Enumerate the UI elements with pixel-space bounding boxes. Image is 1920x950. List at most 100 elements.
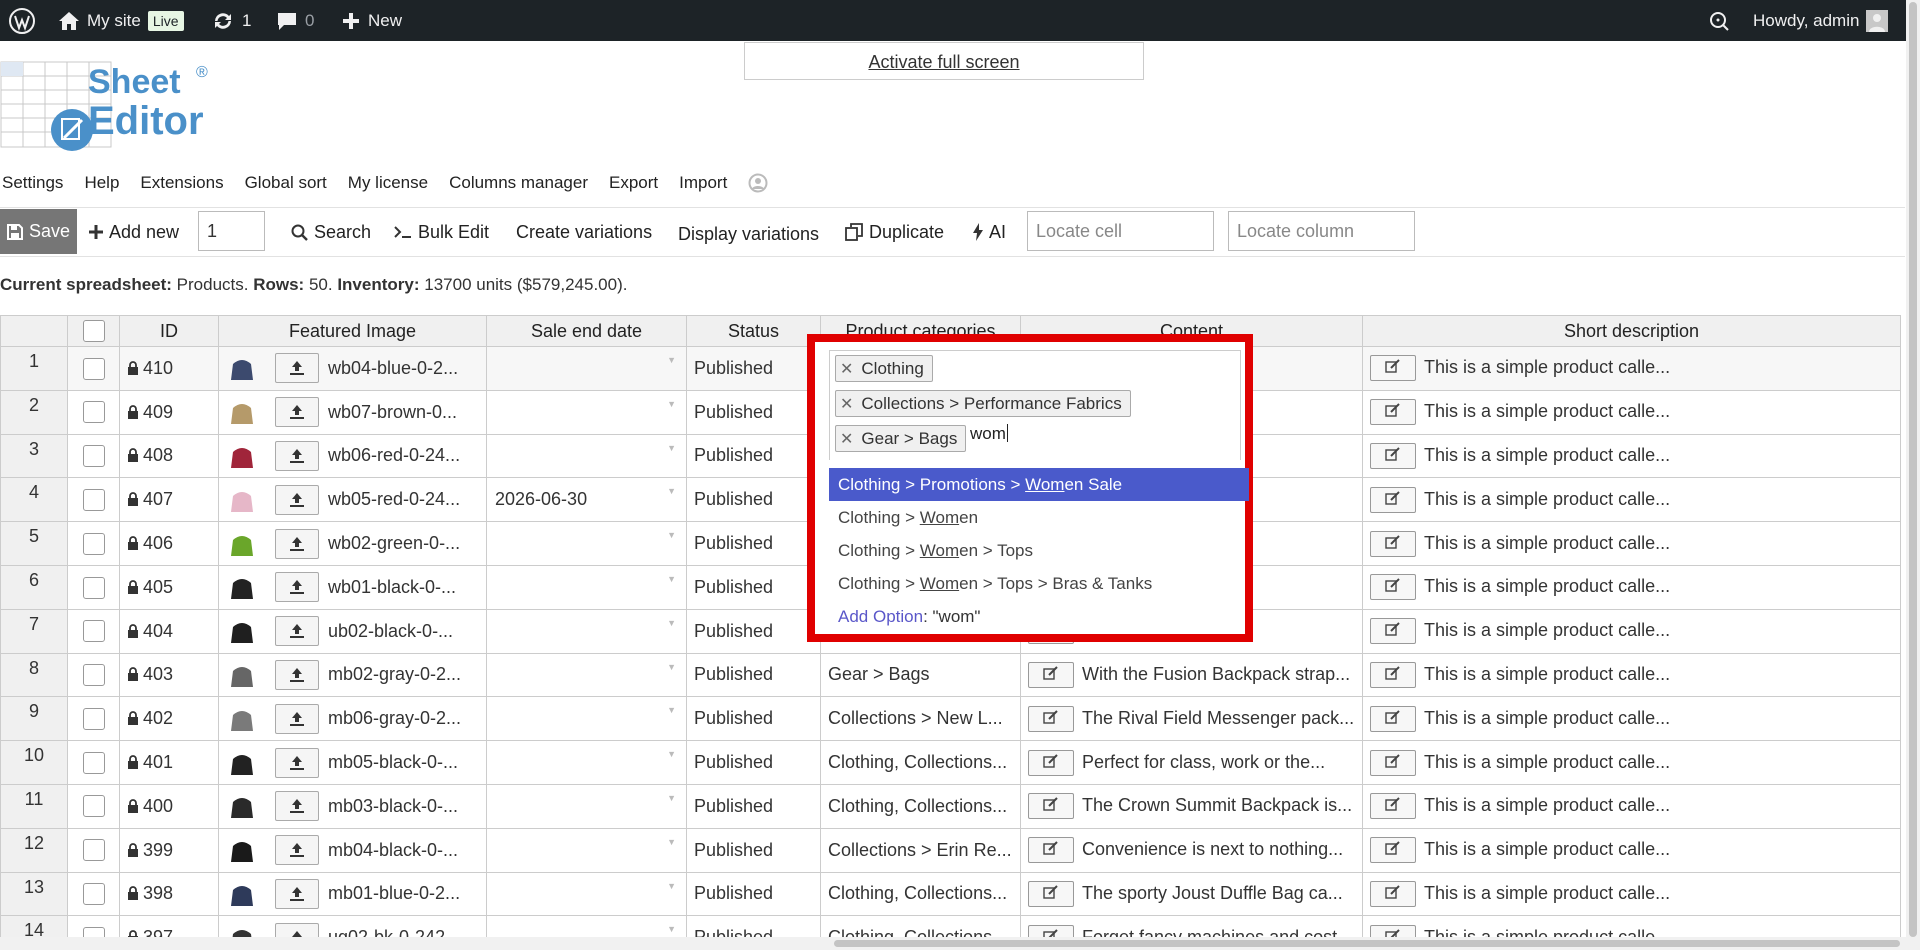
sale-end-date-cell[interactable]: ▼ [486, 652, 687, 698]
id-cell[interactable]: 399 [119, 827, 219, 873]
row-checkbox[interactable] [82, 839, 105, 862]
menu-columns-manager[interactable]: Columns manager [449, 173, 588, 193]
duplicate-button[interactable]: Duplicate [845, 208, 944, 256]
row-select-cell[interactable] [67, 740, 120, 785]
account-menu[interactable]: Howdy, admin [1753, 0, 1889, 41]
sale-end-date-cell[interactable]: ▼ [486, 827, 687, 873]
row-select-cell[interactable] [67, 433, 120, 479]
category-option[interactable]: Clothing > Women > Tops [829, 534, 1249, 567]
id-cell[interactable]: 400 [119, 783, 219, 829]
search-button[interactable]: Search [291, 208, 371, 256]
short-description-cell[interactable]: This is a simple product calle... [1362, 871, 1901, 917]
remove-chip-icon[interactable]: ✕ [840, 394, 853, 414]
row-checkbox[interactable] [82, 620, 105, 643]
featured-image-cell[interactable]: mb02-gray-0-2... [218, 652, 487, 698]
short-description-cell[interactable]: This is a simple product calle... [1362, 564, 1901, 610]
short-description-cell[interactable]: This is a simple product calle... [1362, 477, 1901, 523]
id-cell[interactable]: 407 [119, 477, 219, 523]
featured-image-cell[interactable]: mb04-black-0-... [218, 827, 487, 873]
featured-image-cell[interactable]: wb01-black-0-... [218, 564, 487, 610]
menu-export[interactable]: Export [609, 173, 658, 193]
menu-help[interactable]: Help [84, 173, 119, 193]
content-cell[interactable]: Forget fancy machines and cost... [1020, 915, 1363, 937]
edit-short-description-button[interactable] [1370, 442, 1416, 469]
short-description-cell[interactable]: This is a simple product calle... [1362, 783, 1901, 829]
row-select-cell[interactable] [67, 827, 120, 873]
upload-image-button[interactable] [275, 835, 319, 866]
row-select-cell[interactable] [67, 346, 120, 391]
edit-content-button[interactable] [1028, 749, 1074, 776]
id-cell[interactable]: 406 [119, 521, 219, 566]
row-checkbox[interactable] [82, 795, 105, 818]
sale-end-date-cell[interactable]: ▼ [486, 915, 687, 937]
column-header-sale-end-date[interactable]: Sale end date [486, 315, 687, 347]
short-description-cell[interactable]: This is a simple product calle... [1362, 346, 1901, 391]
status-cell[interactable]: Published [686, 740, 821, 785]
row-checkbox[interactable] [82, 401, 105, 424]
edit-short-description-button[interactable] [1370, 574, 1416, 601]
id-cell[interactable]: 403 [119, 652, 219, 698]
row-checkbox[interactable] [82, 357, 105, 380]
status-cell[interactable]: Published [686, 608, 821, 654]
status-cell[interactable]: Published [686, 346, 821, 391]
row-checkbox[interactable] [82, 707, 105, 730]
short-description-cell[interactable]: This is a simple product calle... [1362, 608, 1901, 654]
site-name-link[interactable]: My site Live [58, 0, 184, 41]
upload-image-button[interactable] [275, 353, 319, 384]
edit-short-description-button[interactable] [1370, 618, 1416, 645]
row-checkbox[interactable] [82, 488, 105, 511]
product-categories-cell[interactable]: Gear > Bags [820, 652, 1021, 698]
horizontal-scrollbar[interactable] [0, 937, 1906, 950]
category-search-input[interactable]: wom [970, 424, 1008, 444]
sale-end-date-cell[interactable]: ▼ [486, 521, 687, 566]
category-option[interactable]: Clothing > Women > Tops > Bras & Tanks [829, 567, 1249, 600]
sale-end-date-cell[interactable]: ▼ [486, 740, 687, 785]
edit-content-button[interactable] [1028, 837, 1074, 864]
sale-end-date-cell[interactable]: ▼ [486, 389, 687, 435]
id-cell[interactable]: 397 [119, 915, 219, 937]
menu-my-license[interactable]: My license [348, 173, 428, 193]
edit-short-description-button[interactable] [1370, 530, 1416, 557]
menu-global-sort[interactable]: Global sort [245, 173, 327, 193]
upload-image-button[interactable] [275, 703, 319, 734]
row-checkbox[interactable] [82, 883, 105, 906]
save-button[interactable]: Save [0, 209, 77, 254]
edit-short-description-button[interactable] [1370, 705, 1416, 732]
product-categories-cell[interactable]: Collections > New L... [820, 696, 1021, 742]
edit-short-description-button[interactable] [1370, 399, 1416, 426]
id-cell[interactable]: 408 [119, 433, 219, 479]
display-variations-button[interactable]: Display variations [678, 210, 819, 258]
category-option[interactable]: Clothing > Promotions > Women Sale [829, 468, 1249, 501]
wordpress-logo[interactable] [8, 0, 36, 41]
edit-short-description-button[interactable] [1370, 880, 1416, 907]
sale-end-date-cell[interactable]: ▼ [486, 783, 687, 829]
row-checkbox[interactable] [82, 751, 105, 774]
short-description-cell[interactable]: This is a simple product calle... [1362, 521, 1901, 566]
select-all-header[interactable] [67, 315, 120, 347]
product-categories-cell[interactable]: Clothing, Collections... [820, 740, 1021, 785]
bulk-edit-button[interactable]: Bulk Edit [394, 208, 489, 256]
sale-end-date-cell[interactable]: ▼ [486, 608, 687, 654]
featured-image-cell[interactable]: wb05-red-0-24... [218, 477, 487, 523]
selected-categories[interactable]: ✕ Clothing ✕ Collections > Performance Fab… [829, 350, 1241, 460]
status-cell[interactable]: Published [686, 521, 821, 566]
row-select-cell[interactable] [67, 477, 120, 523]
add-option-item[interactable]: Add Option: "wom" [829, 600, 1249, 633]
column-header-featured-image[interactable]: Featured Image [218, 315, 487, 347]
row-checkbox[interactable] [82, 926, 105, 937]
id-cell[interactable]: 409 [119, 389, 219, 435]
product-categories-cell[interactable]: Collections > Erin Re... [820, 827, 1021, 873]
edit-content-button[interactable] [1028, 924, 1074, 937]
locate-column-input[interactable] [1228, 211, 1415, 251]
sale-end-date-cell[interactable]: ▼ [486, 871, 687, 917]
edit-short-description-button[interactable] [1370, 355, 1416, 382]
row-select-cell[interactable] [67, 783, 120, 829]
new-content-link[interactable]: New [341, 0, 402, 41]
row-checkbox[interactable] [82, 445, 105, 468]
row-select-cell[interactable] [67, 389, 120, 435]
featured-image-cell[interactable]: wb06-red-0-24... [218, 433, 487, 479]
status-cell[interactable]: Published [686, 871, 821, 917]
featured-image-cell[interactable]: ug02-bk-0-242... [218, 915, 487, 937]
upload-image-button[interactable] [275, 616, 319, 647]
status-cell[interactable]: Published [686, 783, 821, 829]
